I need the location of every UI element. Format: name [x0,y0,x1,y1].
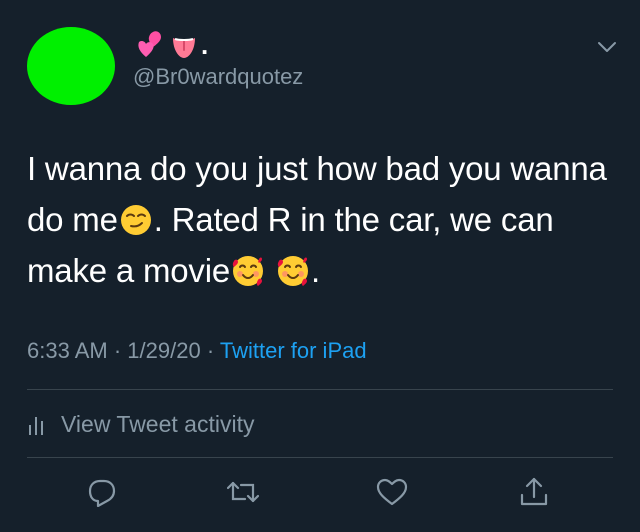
tweet-meta: 6:33 AM · 1/29/20 · Twitter for iPad [27,338,367,364]
tweet-text: I wanna do you just how bad you wanna do… [27,143,617,296]
view-tweet-activity-button[interactable]: View Tweet activity [27,407,254,441]
meta-separator: · [113,338,122,363]
share-button[interactable] [518,476,550,508]
user-handle[interactable]: @Br0wardquotez [133,64,303,90]
divider [27,457,613,458]
tweet-source-link[interactable]: Twitter for iPad [220,338,367,363]
chevron-down-icon[interactable] [596,36,618,58]
activity-label: View Tweet activity [61,410,255,437]
retweet-button[interactable] [227,476,259,508]
tweet-date: 1/29/20 [127,338,201,363]
tweet-text-segment [266,252,275,289]
like-icon [376,478,408,506]
tweet-time: 6:33 AM [27,338,108,363]
two-hearts-emoji [138,31,161,57]
avatar[interactable] [27,27,115,105]
reply-icon [88,479,116,507]
display-name-suffix: . [201,30,209,60]
bar-chart-icon [29,417,43,435]
meta-separator: · [206,338,215,363]
tongue-emoji [173,38,195,58]
tweet-actions [0,472,640,512]
display-name[interactable]: . [133,28,208,62]
retweet-icon [227,481,259,503]
tweet-text-segment: . [310,252,320,289]
like-button[interactable] [376,476,408,508]
reply-button[interactable] [86,476,118,508]
divider [27,389,613,390]
smiling-face-with-hearts-emoji [232,256,264,286]
smiling-face-with-hearts-emoji [277,256,308,286]
share-icon [520,477,548,506]
smirking-face-emoji [120,205,151,235]
